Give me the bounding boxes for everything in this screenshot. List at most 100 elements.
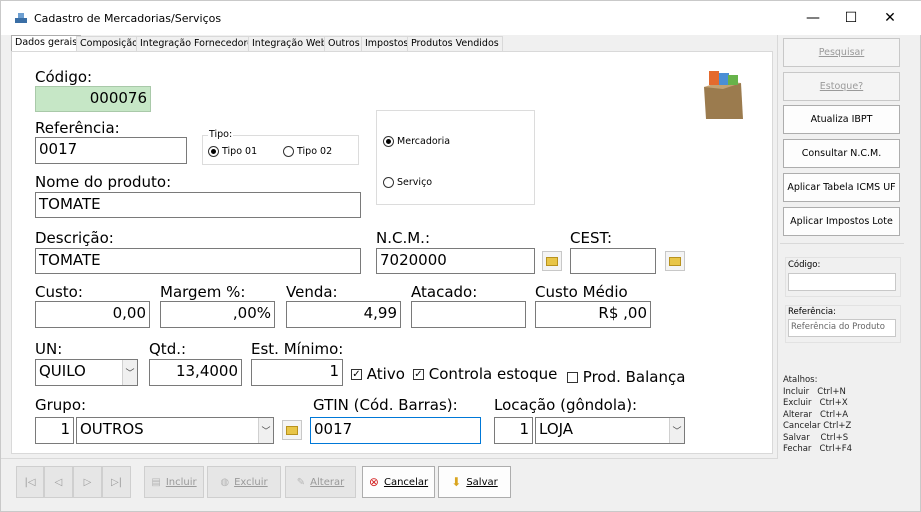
next-record-button[interactable]: ▷ bbox=[73, 466, 102, 498]
tab-outros[interactable]: Outros bbox=[324, 36, 364, 51]
tab-composicao[interactable]: Composição bbox=[76, 36, 142, 51]
custo-field[interactable]: 0,00 bbox=[35, 301, 150, 328]
incluir-label: Incluir bbox=[165, 476, 197, 488]
edit-icon: ✎ bbox=[296, 476, 306, 488]
mercadoria-label: Mercadoria bbox=[397, 136, 451, 147]
margem-label: Margem %: bbox=[160, 283, 246, 301]
margem-field[interactable]: ,00% bbox=[160, 301, 275, 328]
servico-label: Serviço bbox=[397, 177, 433, 188]
venda-label: Venda: bbox=[286, 283, 338, 301]
window-title: Cadastro de Mercadorias/Serviços bbox=[34, 12, 222, 25]
controla-estoque-checkbox[interactable]: ✓ Controla estoque bbox=[413, 365, 557, 383]
referencia-field[interactable]: 0017 bbox=[35, 137, 187, 164]
aplicar-icms-button[interactable]: Aplicar Tabela ICMS UF bbox=[783, 173, 900, 202]
grupo-select[interactable]: OUTROS ﹀ bbox=[76, 417, 274, 444]
gtin-field[interactable]: 0017 bbox=[310, 417, 481, 444]
tab-produtos-vendidos[interactable]: Produtos Vendidos bbox=[407, 36, 503, 51]
cest-search-button[interactable] bbox=[665, 251, 685, 271]
ncm-search-button[interactable] bbox=[542, 251, 562, 271]
folder-icon bbox=[286, 425, 298, 435]
new-record-icon: ▤ bbox=[151, 476, 161, 488]
alterar-button[interactable]: ✎ Alterar bbox=[285, 466, 356, 498]
ativo-checkbox[interactable]: ✓ Ativo bbox=[351, 365, 405, 383]
controla-estoque-label: Controla estoque bbox=[428, 365, 558, 383]
est-min-field[interactable]: 1 bbox=[251, 359, 343, 386]
toolbar-separator bbox=[1, 458, 777, 459]
un-select[interactable]: QUILO ﹀ bbox=[35, 359, 138, 386]
product-box-icon bbox=[704, 71, 743, 119]
side-referencia-label: Referência: bbox=[788, 307, 837, 317]
cest-label: CEST: bbox=[570, 229, 613, 247]
radio-selected-icon bbox=[383, 136, 394, 147]
mercadoria-radio[interactable]: Mercadoria bbox=[383, 136, 450, 147]
codigo-field[interactable]: 000076 bbox=[35, 86, 151, 112]
shortcuts-help: Atalhos: Incluir Ctrl+N Excluir Ctrl+X A… bbox=[783, 375, 853, 454]
tipo2-radio[interactable]: Tipo 02 bbox=[283, 146, 332, 157]
cancelar-label: Cancelar bbox=[383, 476, 429, 488]
side-referencia-field[interactable]: Referência do Produto bbox=[788, 319, 896, 337]
prod-balanca-label: Prod. Balança bbox=[582, 368, 686, 386]
locacao-code-field[interactable]: 1 bbox=[494, 417, 533, 444]
qtd-field[interactable]: 13,4000 bbox=[149, 359, 242, 386]
cancel-icon: ⊗ bbox=[368, 475, 379, 489]
locacao-select[interactable]: LOJA ﹀ bbox=[535, 417, 685, 444]
locacao-select-value: LOJA bbox=[539, 420, 574, 438]
un-label: UN: bbox=[35, 340, 63, 358]
venda-field[interactable]: 4,99 bbox=[286, 301, 401, 328]
delete-icon: ◍ bbox=[220, 476, 230, 488]
close-button[interactable]: ✕ bbox=[867, 1, 913, 35]
est-min-label: Est. Mínimo: bbox=[251, 340, 344, 358]
save-icon: ⬇ bbox=[451, 475, 462, 489]
checkbox-icon bbox=[567, 372, 578, 383]
descricao-field[interactable]: TOMATE bbox=[35, 248, 361, 274]
pesquisar-button[interactable]: Pesquisar bbox=[783, 38, 900, 67]
ncm-label: N.C.M.: bbox=[376, 229, 430, 247]
incluir-button[interactable]: ▤ Incluir bbox=[144, 466, 204, 498]
tab-integracao-fornecedores[interactable]: Integração Fornecedores bbox=[136, 36, 262, 51]
descricao-label: Descrição: bbox=[35, 229, 114, 247]
ativo-label: Ativo bbox=[366, 365, 405, 383]
side-separator bbox=[777, 35, 778, 459]
un-select-value: QUILO bbox=[39, 362, 86, 380]
main-window: Cadastro de Mercadorias/Serviços — ☐ ✕ D… bbox=[0, 0, 921, 512]
tipo2-label: Tipo 02 bbox=[297, 146, 333, 157]
tab-impostos[interactable]: Impostos bbox=[361, 36, 413, 51]
atacado-field[interactable] bbox=[411, 301, 526, 328]
checkbox-checked-icon: ✓ bbox=[413, 369, 424, 380]
previous-record-button[interactable]: ◁ bbox=[44, 466, 73, 498]
tab-integracao-web[interactable]: Integração Web bbox=[248, 36, 331, 51]
app-icon bbox=[15, 13, 27, 23]
first-record-button[interactable]: |◁ bbox=[16, 466, 44, 498]
estoque-button[interactable]: Estoque? bbox=[783, 72, 900, 101]
atacado-label: Atacado: bbox=[411, 283, 478, 301]
grupo-code-field[interactable]: 1 bbox=[35, 417, 74, 444]
side-codigo-field[interactable] bbox=[788, 273, 896, 291]
salvar-label: Salvar bbox=[466, 476, 498, 488]
chevron-down-icon[interactable]: ﹀ bbox=[122, 360, 137, 385]
custo-medio-label: Custo Médio bbox=[535, 283, 628, 301]
ncm-field[interactable]: 7020000 bbox=[376, 248, 535, 274]
excluir-button[interactable]: ◍ Excluir bbox=[207, 466, 281, 498]
aplicar-impostos-button[interactable]: Aplicar Impostos Lote bbox=[783, 207, 900, 236]
salvar-button[interactable]: ⬇ Salvar bbox=[438, 466, 511, 498]
chevron-down-icon[interactable]: ﹀ bbox=[258, 418, 273, 443]
chevron-down-icon[interactable]: ﹀ bbox=[669, 418, 684, 443]
tipo-label: Tipo: bbox=[208, 129, 234, 140]
grupo-select-value: OUTROS bbox=[80, 420, 144, 438]
cancelar-button[interactable]: ⊗ Cancelar bbox=[362, 466, 435, 498]
locacao-label: Locação (gôndola): bbox=[494, 396, 638, 414]
excluir-label: Excluir bbox=[234, 476, 268, 488]
prod-balanca-checkbox[interactable]: Prod. Balança bbox=[567, 368, 685, 386]
nome-field[interactable]: TOMATE bbox=[35, 192, 361, 218]
atualiza-ibpt-button[interactable]: Atualiza IBPT bbox=[783, 105, 900, 134]
cest-field[interactable] bbox=[570, 248, 656, 274]
custo-medio-field[interactable]: R$ ,00 bbox=[535, 301, 651, 328]
consultar-ncm-button[interactable]: Consultar N.C.M. bbox=[783, 139, 900, 168]
tab-dados-gerais[interactable]: Dados gerais bbox=[11, 35, 82, 52]
tipo1-radio[interactable]: Tipo 01 bbox=[208, 146, 257, 157]
servico-radio[interactable]: Serviço bbox=[383, 177, 432, 188]
natureza-group bbox=[376, 110, 535, 205]
last-record-button[interactable]: ▷| bbox=[102, 466, 131, 498]
alterar-label: Alterar bbox=[310, 476, 345, 488]
grupo-search-button[interactable] bbox=[282, 420, 302, 440]
